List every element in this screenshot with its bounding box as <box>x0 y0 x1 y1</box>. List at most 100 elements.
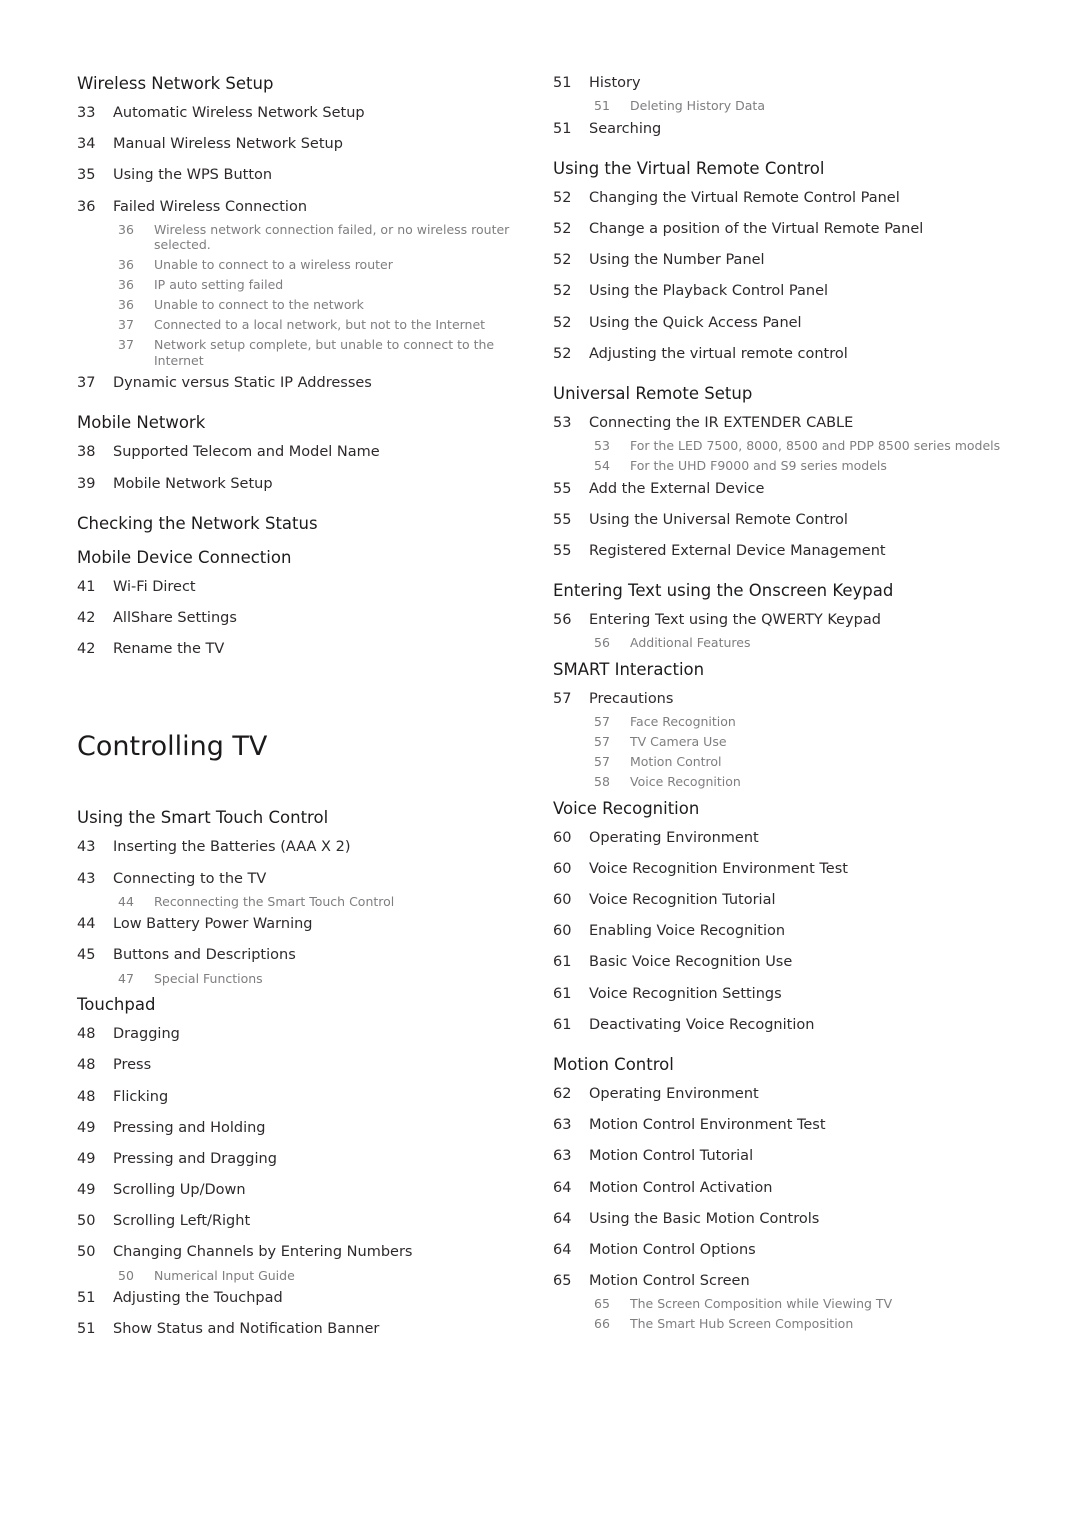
entry-title[interactable]: Voice Recognition Tutorial <box>589 890 1033 921</box>
toc-entry[interactable]: 43 Inserting the Batteries (AAA X 2) <box>77 837 537 868</box>
toc-subentry[interactable]: 51 Deleting History Data <box>594 98 1033 114</box>
toc-subentry[interactable]: 44 Reconnecting the Smart Touch Control <box>118 894 537 910</box>
toc-entry[interactable]: 61 Voice Recognition Settings <box>553 984 1033 1015</box>
entry-title[interactable]: Motion Control Activation <box>589 1178 1033 1209</box>
subentry-title[interactable]: Unable to connect to a wireless router <box>154 257 537 273</box>
subentry-title[interactable]: Connected to a local network, but not to… <box>154 317 537 333</box>
entry-title[interactable]: Mobile Network Setup <box>113 474 537 505</box>
section-heading[interactable]: Entering Text using the Onscreen Keypad <box>553 580 1033 602</box>
subentry-title[interactable]: TV Camera Use <box>630 734 1033 750</box>
entry-title[interactable]: Pressing and Dragging <box>113 1149 537 1180</box>
toc-entry[interactable]: 63 Motion Control Environment Test <box>553 1115 1033 1146</box>
toc-entry[interactable]: 60 Operating Environment <box>553 828 1033 859</box>
toc-entry[interactable]: 48 Press <box>77 1055 537 1086</box>
toc-entry[interactable]: 52 Using the Number Panel <box>553 250 1033 281</box>
entry-title[interactable]: Registered External Device Management <box>589 541 1033 572</box>
toc-entry[interactable]: 55 Registered External Device Management <box>553 541 1033 572</box>
subentry-title[interactable]: Numerical Input Guide <box>154 1268 537 1284</box>
toc-entry[interactable]: 33 Automatic Wireless Network Setup <box>77 103 537 134</box>
entry-title[interactable]: Voice Recognition Environment Test <box>589 859 1033 890</box>
section-heading[interactable]: Universal Remote Setup <box>553 383 1033 405</box>
toc-subentry[interactable]: 57 Face Recognition <box>594 714 1033 730</box>
toc-entry[interactable]: 52 Adjusting the virtual remote control <box>553 344 1033 375</box>
entry-title[interactable]: Adjusting the virtual remote control <box>589 344 1033 375</box>
toc-subentry[interactable]: 36 Unable to connect to a wireless router <box>118 257 537 273</box>
subentry-title[interactable]: Face Recognition <box>630 714 1033 730</box>
toc-entry[interactable]: 60 Enabling Voice Recognition <box>553 921 1033 952</box>
toc-entry[interactable]: 55 Using the Universal Remote Control <box>553 510 1033 541</box>
toc-entry[interactable]: 52 Change a position of the Virtual Remot… <box>553 219 1033 250</box>
subentry-title[interactable]: Unable to connect to the network <box>154 297 537 313</box>
subentry-title[interactable]: Motion Control <box>630 754 1033 770</box>
toc-entry[interactable]: 51 Adjusting the Touchpad <box>77 1288 537 1319</box>
entry-title[interactable]: Low Battery Power Warning <box>113 914 537 945</box>
toc-entry[interactable]: 35 Using the WPS Button <box>77 165 537 196</box>
entry-title[interactable]: Automatic Wireless Network Setup <box>113 103 537 134</box>
toc-entry[interactable]: 42 AllShare Settings <box>77 608 537 639</box>
subentry-title[interactable]: Special Functions <box>154 971 537 987</box>
toc-subentry[interactable]: 56 Additional Features <box>594 635 1033 651</box>
entry-title[interactable]: Manual Wireless Network Setup <box>113 134 537 165</box>
entry-title[interactable]: Using the Quick Access Panel <box>589 313 1033 344</box>
subentry-title[interactable]: Wireless network connection failed, or n… <box>154 222 537 253</box>
toc-entry[interactable]: 38 Supported Telecom and Model Name <box>77 442 537 473</box>
toc-entry[interactable]: 48 Flicking <box>77 1087 537 1118</box>
toc-entry[interactable]: 49 Pressing and Dragging <box>77 1149 537 1180</box>
subentry-title[interactable]: Deleting History Data <box>630 98 1033 114</box>
entry-title[interactable]: Adjusting the Touchpad <box>113 1288 537 1319</box>
toc-entry[interactable]: 49 Scrolling Up/Down <box>77 1180 537 1211</box>
toc-entry[interactable]: 51 Searching <box>553 119 1033 150</box>
entry-title[interactable]: Enabling Voice Recognition <box>589 921 1033 952</box>
toc-entry[interactable]: 44 Low Battery Power Warning <box>77 914 537 945</box>
toc-entry[interactable]: 61 Deactivating Voice Recognition <box>553 1015 1033 1046</box>
entry-title[interactable]: Motion Control Tutorial <box>589 1146 1033 1177</box>
entry-title[interactable]: Changing the Virtual Remote Control Pane… <box>589 188 1033 219</box>
entry-title[interactable]: Using the Number Panel <box>589 250 1033 281</box>
entry-title[interactable]: Dynamic versus Static IP Addresses <box>113 373 537 404</box>
toc-entry[interactable]: 60 Voice Recognition Environment Test <box>553 859 1033 890</box>
subentry-title[interactable]: The Smart Hub Screen Composition <box>630 1316 1033 1332</box>
entry-title[interactable]: Operating Environment <box>589 828 1033 859</box>
toc-entry[interactable]: 64 Using the Basic Motion Controls <box>553 1209 1033 1240</box>
entry-title[interactable]: Using the WPS Button <box>113 165 537 196</box>
toc-entry[interactable]: 37 Dynamic versus Static IP Addresses <box>77 373 537 404</box>
toc-subentry[interactable]: 57 TV Camera Use <box>594 734 1033 750</box>
entry-title[interactable]: Basic Voice Recognition Use <box>589 952 1033 983</box>
toc-subentry[interactable]: 58 Voice Recognition <box>594 774 1033 790</box>
toc-entry[interactable]: 39 Mobile Network Setup <box>77 474 537 505</box>
subentry-title[interactable]: For the UHD F9000 and S9 series models <box>630 458 1033 474</box>
section-heading[interactable]: Using the Virtual Remote Control <box>553 158 1033 180</box>
entry-title[interactable]: Inserting the Batteries (AAA X 2) <box>113 837 537 868</box>
section-heading[interactable]: Mobile Device Connection <box>77 547 537 569</box>
entry-title[interactable]: Using the Basic Motion Controls <box>589 1209 1033 1240</box>
entry-title[interactable]: Scrolling Up/Down <box>113 1180 537 1211</box>
toc-subentry[interactable]: 36 Wireless network connection failed, or… <box>118 222 537 253</box>
toc-entry[interactable]: 52 Using the Quick Access Panel <box>553 313 1033 344</box>
subentry-title[interactable]: Additional Features <box>630 635 1033 651</box>
entry-title[interactable]: Using the Playback Control Panel <box>589 281 1033 312</box>
section-heading[interactable]: Checking the Network Status <box>77 513 537 535</box>
toc-entry[interactable]: 52 Changing the Virtual Remote Control Pa… <box>553 188 1033 219</box>
toc-entry[interactable]: 60 Voice Recognition Tutorial <box>553 890 1033 921</box>
subentry-title[interactable]: Network setup complete, but unable to co… <box>154 337 537 368</box>
entry-title[interactable]: Add the External Device <box>589 479 1033 510</box>
entry-title[interactable]: Motion Control Environment Test <box>589 1115 1033 1146</box>
section-heading[interactable]: Wireless Network Setup <box>77 73 537 95</box>
toc-entry[interactable]: 63 Motion Control Tutorial <box>553 1146 1033 1177</box>
entry-title[interactable]: Motion Control Options <box>589 1240 1033 1271</box>
entry-title[interactable]: Scrolling Left/Right <box>113 1211 537 1242</box>
toc-entry[interactable]: 49 Pressing and Holding <box>77 1118 537 1149</box>
entry-title[interactable]: Voice Recognition Settings <box>589 984 1033 1015</box>
toc-subentry[interactable]: 36 IP auto setting failed <box>118 277 537 293</box>
subentry-title[interactable]: Voice Recognition <box>630 774 1033 790</box>
toc-entry[interactable]: 50 Scrolling Left/Right <box>77 1211 537 1242</box>
entry-title[interactable]: Wi-Fi Direct <box>113 577 537 608</box>
toc-subentry[interactable]: 37 Network setup complete, but unable to … <box>118 337 537 368</box>
toc-subentry[interactable]: 53 For the LED 7500, 8000, 8500 and PDP 8… <box>594 438 1033 454</box>
subentry-title[interactable]: For the LED 7500, 8000, 8500 and PDP 850… <box>630 438 1033 454</box>
toc-entry[interactable]: 55 Add the External Device <box>553 479 1033 510</box>
entry-title[interactable]: Supported Telecom and Model Name <box>113 442 537 473</box>
entry-title[interactable]: Pressing and Holding <box>113 1118 537 1149</box>
subentry-title[interactable]: The Screen Composition while Viewing TV <box>630 1296 1033 1312</box>
section-heading[interactable]: Voice Recognition <box>553 798 1033 820</box>
